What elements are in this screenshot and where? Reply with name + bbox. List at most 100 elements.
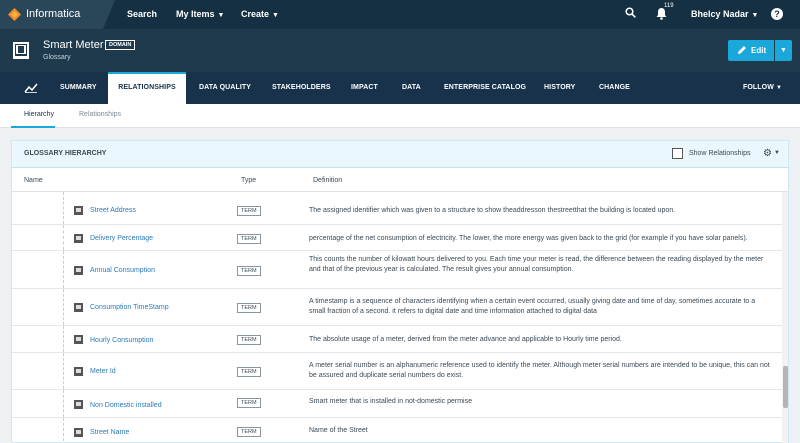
user-name: Bhelcy Nadar <box>691 9 749 19</box>
term-definition: A timestamp is a sequence of characters … <box>309 298 756 315</box>
type-badge: TERM <box>237 367 261 377</box>
asset-title: Smart Meter <box>43 39 104 51</box>
hierarchy-table-body: Street Address TERM The assigned identif… <box>12 192 788 443</box>
asset-tabs: SUMMARY RELATIONSHIPS DATA QUALITY STAKE… <box>0 72 800 104</box>
asset-header: Smart Meter DOMAIN Glossary <box>0 29 800 72</box>
chevron-down-icon: ▼ <box>780 47 787 54</box>
tree-connector <box>63 289 64 325</box>
subtab-relationships[interactable]: Relationships <box>79 111 121 118</box>
table-row[interactable]: Hourly Consumption TERM The absolute usa… <box>12 326 782 353</box>
notification-count: 119 <box>664 3 674 9</box>
asset-subtitle: Glossary <box>43 54 71 61</box>
table-header: Name Type Definition <box>12 168 788 192</box>
table-row[interactable]: Non Domestic installed TERM Smart meter … <box>12 390 782 418</box>
term-definition: The absolute usage of a meter, derived f… <box>309 336 622 343</box>
edit-button-label: Edit <box>751 46 767 55</box>
nav-search-label: Search <box>127 9 158 19</box>
edit-button[interactable]: Edit <box>728 40 774 61</box>
term-name-link[interactable]: Hourly Consumption <box>90 337 153 344</box>
tab-summary[interactable]: SUMMARY <box>60 72 97 104</box>
term-definition: A meter serial number is an alphanumeric… <box>309 362 770 379</box>
tab-data-quality[interactable]: DATA QUALITY <box>199 72 251 104</box>
brand-name: Informatica <box>26 8 81 20</box>
follow-label: FOLLOW <box>743 84 774 91</box>
term-icon <box>74 367 83 376</box>
glossary-hierarchy-panel: GLOSSARY HIERARCHY Show Relationships ⚙ … <box>11 140 789 443</box>
term-icon <box>74 400 83 409</box>
type-badge: TERM <box>237 303 261 313</box>
chevron-down-icon[interactable]: ▼ <box>774 150 780 156</box>
active-subtab-indicator <box>11 126 55 128</box>
hierarchy-subtabs: Hierarchy Relationships <box>0 104 800 128</box>
table-row[interactable]: Delivery Percentage TERM percentage of t… <box>12 225 782 251</box>
follow-menu[interactable]: FOLLOW ▼ <box>743 72 782 104</box>
type-badge: TERM <box>237 335 261 345</box>
term-definition: Smart meter that is installed in not-dom… <box>309 398 473 405</box>
subtab-hierarchy[interactable]: Hierarchy <box>24 111 54 118</box>
term-definition: The assigned identifier which was given … <box>309 207 676 214</box>
term-name-link[interactable]: Street Address <box>90 207 136 214</box>
tab-enterprise-catalog[interactable]: ENTERPRISE CATALOG <box>444 72 526 104</box>
tree-connector <box>63 251 64 288</box>
type-badge: TERM <box>237 206 261 216</box>
term-icon <box>74 206 83 215</box>
nav-my-items-label: My Items <box>176 9 215 19</box>
gear-icon[interactable]: ⚙ <box>763 148 772 159</box>
column-header-definition[interactable]: Definition <box>313 177 342 184</box>
type-badge: TERM <box>237 398 261 408</box>
tab-relationships[interactable]: RELATIONSHIPS <box>108 72 186 104</box>
table-row[interactable]: Street Address TERM The assigned identif… <box>12 192 782 225</box>
nav-create-label: Create <box>241 9 270 19</box>
vertical-scrollbar-thumb[interactable] <box>783 366 788 408</box>
term-name-link[interactable]: Street Name <box>90 429 129 436</box>
chevron-down-icon: ▼ <box>217 12 225 19</box>
show-relationships-checkbox[interactable] <box>672 148 683 159</box>
tree-connector <box>63 225 64 250</box>
tab-stakeholders[interactable]: STAKEHOLDERS <box>272 72 331 104</box>
column-header-name[interactable]: Name <box>24 177 43 184</box>
column-header-type[interactable]: Type <box>241 177 256 184</box>
tree-connector <box>63 390 64 417</box>
term-definition: percentage of the net consumption of ele… <box>309 235 748 242</box>
tab-impact[interactable]: IMPACT <box>351 72 378 104</box>
term-icon <box>74 428 83 437</box>
table-row[interactable]: Consumption TimeStamp TERM A timestamp i… <box>12 289 782 326</box>
tree-connector <box>63 418 64 443</box>
panel-header: GLOSSARY HIERARCHY Show Relationships ⚙ … <box>12 141 788 168</box>
tab-history[interactable]: HISTORY <box>544 72 575 104</box>
term-name-link[interactable]: Meter Id <box>90 368 116 375</box>
tab-change[interactable]: CHANGE <box>599 72 630 104</box>
trend-chart-icon[interactable] <box>24 83 38 93</box>
type-badge: TERM <box>237 266 261 276</box>
domain-badge: DOMAIN <box>105 40 136 50</box>
term-name-link[interactable]: Annual Consumption <box>90 267 155 274</box>
table-row[interactable]: Street Name TERM Name of the Street <box>12 418 782 443</box>
search-icon[interactable] <box>625 7 636 18</box>
help-icon[interactable]: ? <box>771 8 783 20</box>
tree-connector <box>63 192 64 224</box>
informatica-logo-icon <box>8 8 21 21</box>
term-name-link[interactable]: Non Domestic installed <box>90 402 162 409</box>
term-icon <box>74 266 83 275</box>
nav-search[interactable]: Search <box>127 9 157 19</box>
term-definition: Name of the Street <box>309 427 368 434</box>
tab-data[interactable]: DATA <box>402 72 421 104</box>
pencil-icon <box>738 46 746 54</box>
term-name-link[interactable]: Consumption TimeStamp <box>90 304 169 311</box>
edit-dropdown-button[interactable]: ▼ <box>775 40 792 61</box>
panel-title: GLOSSARY HIERARCHY <box>24 150 107 157</box>
nav-my-items[interactable]: My Items ▼ <box>176 9 224 19</box>
term-icon <box>74 303 83 312</box>
term-name-link[interactable]: Delivery Percentage <box>90 235 153 242</box>
brand-logo[interactable]: Informatica <box>0 0 115 29</box>
tree-connector <box>63 326 64 352</box>
term-definition: This counts the number of kilowatt hours… <box>309 256 764 273</box>
table-row[interactable]: Meter Id TERM A meter serial number is a… <box>12 353 782 390</box>
nav-create[interactable]: Create ▼ <box>241 9 279 19</box>
show-relationships-label[interactable]: Show Relationships <box>689 150 750 157</box>
user-menu[interactable]: Bhelcy Nadar ▼ <box>691 9 758 19</box>
top-navigation-bar: Informatica Search My Items ▼ Create ▼ 119… <box>0 0 800 29</box>
type-badge: TERM <box>237 427 261 437</box>
table-row[interactable]: Annual Consumption TERM This counts the … <box>12 251 782 289</box>
glossary-book-icon <box>13 42 29 59</box>
